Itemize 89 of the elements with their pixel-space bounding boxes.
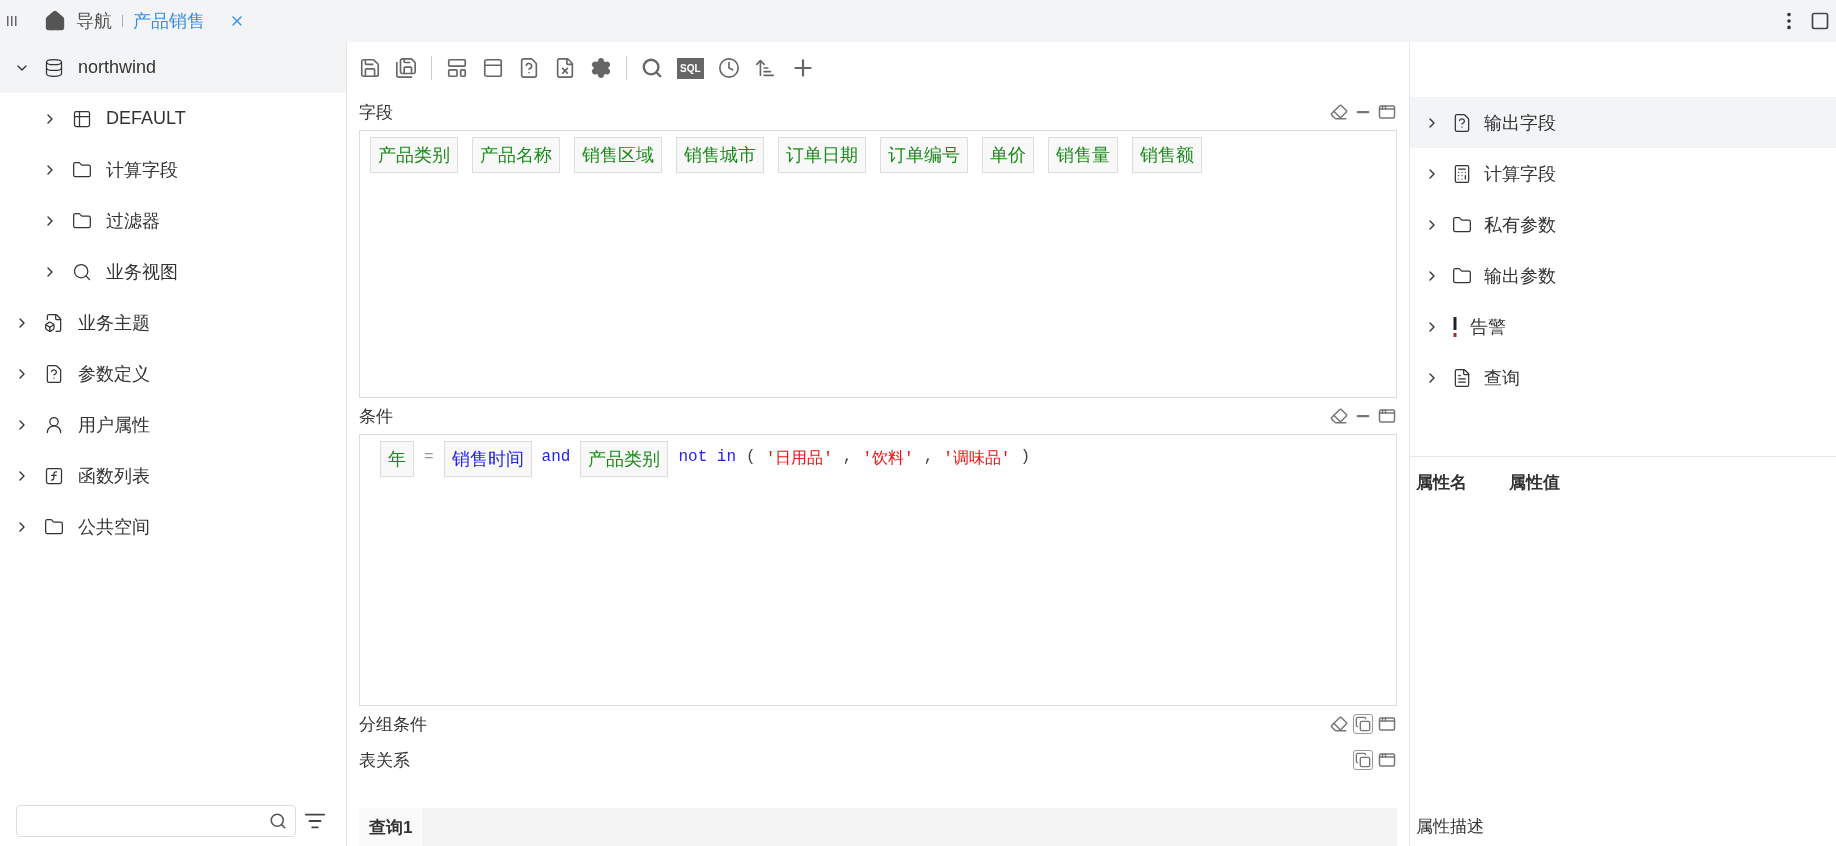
field-chip[interactable]: 销售时间: [443, 441, 532, 477]
field-chip[interactable]: 销售城市: [676, 137, 764, 173]
sort-icon[interactable]: [753, 57, 776, 79]
tree-item[interactable]: 业务主题: [0, 297, 346, 348]
section-title: 表关系: [359, 749, 410, 772]
document-icon: [44, 312, 64, 333]
search-icon[interactable]: [641, 57, 663, 79]
tree-item[interactable]: 计算字段: [0, 144, 346, 195]
sql-icon[interactable]: SQL: [677, 57, 704, 79]
question-document-icon[interactable]: [518, 57, 540, 79]
question-document-icon: [1452, 112, 1472, 133]
field-chip[interactable]: 产品类别: [370, 137, 458, 173]
expression-token: ,: [923, 447, 934, 466]
field-chip[interactable]: 年: [380, 441, 414, 477]
expression-token: =: [424, 447, 434, 466]
calculator-icon: [1452, 163, 1472, 184]
tree-item[interactable]: 告警: [1410, 301, 1836, 352]
eraser-icon[interactable]: [1329, 406, 1349, 426]
clock-icon[interactable]: [717, 57, 740, 79]
section-title: 字段: [359, 101, 393, 124]
expression-token: '日用品': [765, 449, 833, 469]
field-chip[interactable]: 销售区域: [574, 137, 662, 173]
maximize-icon[interactable]: [1377, 406, 1397, 426]
tree-item[interactable]: 参数定义: [0, 348, 346, 399]
search-field[interactable]: [16, 805, 296, 837]
folder-icon: [72, 210, 92, 231]
expression-token: (: [746, 447, 756, 466]
query-tab[interactable]: 查询1: [359, 808, 423, 846]
section-title: 分组条件: [359, 713, 427, 736]
field-chip[interactable]: 订单日期: [778, 137, 866, 173]
maximize-icon[interactable]: [1377, 750, 1397, 770]
grip-icon[interactable]: [6, 15, 18, 27]
field-chip[interactable]: 销售量: [1048, 137, 1118, 173]
tree-item[interactable]: 过滤器: [0, 195, 346, 246]
expression-token: '调味品': [943, 449, 1011, 469]
field-chip[interactable]: 销售额: [1132, 137, 1202, 173]
spreadsheet-icon[interactable]: [554, 57, 576, 79]
field-chip[interactable]: 产品名称: [472, 137, 560, 173]
maximize-icon[interactable]: [1377, 102, 1397, 122]
expression-token: not in: [678, 447, 737, 466]
folder-icon: [1452, 214, 1472, 235]
section-title: 条件: [359, 405, 393, 428]
condition-editor[interactable]: 年 = 销售时间 and 产品类别 not in ( '日用品' , '饮料' , '调味品' ): [359, 434, 1397, 706]
save-all-icon[interactable]: [395, 57, 417, 79]
eraser-icon[interactable]: [1329, 102, 1349, 122]
expression-token: ): [1020, 447, 1031, 466]
tree-item[interactable]: 函数列表: [0, 450, 346, 501]
field-chip[interactable]: 订单编号: [880, 137, 968, 173]
tree-item[interactable]: 计算字段: [1410, 148, 1836, 199]
settings-icon[interactable]: [590, 57, 612, 79]
expression-token: and: [541, 447, 571, 466]
table-icon: [72, 108, 92, 129]
restore-icon[interactable]: [1353, 714, 1373, 734]
panel-icon[interactable]: [482, 57, 504, 79]
document-icon: [1452, 367, 1472, 388]
description-label: 属性描述: [1415, 816, 1485, 838]
search-icon: [269, 812, 287, 830]
tree-item[interactable]: northwind: [0, 42, 346, 93]
tree-item[interactable]: 私有参数: [1410, 199, 1836, 250]
maximize-icon[interactable]: [1377, 714, 1397, 734]
column-header: 属性值: [1509, 472, 1560, 494]
tree-item[interactable]: 查询: [1410, 352, 1836, 403]
tree-item[interactable]: 输出参数: [1410, 250, 1836, 301]
restore-icon[interactable]: [1353, 750, 1373, 770]
tree-item[interactable]: 业务视图: [0, 246, 346, 297]
field-chip[interactable]: 单价: [982, 137, 1034, 173]
expression-token: '饮料': [862, 449, 914, 469]
tree-item[interactable]: 输出字段: [1410, 97, 1836, 148]
search-icon: [72, 261, 92, 282]
exclamation-icon: [1452, 316, 1458, 337]
folder-icon: [1452, 265, 1472, 286]
function-icon: [44, 465, 64, 486]
layout-icon[interactable]: [446, 57, 468, 79]
user-icon: [44, 414, 64, 435]
save-icon[interactable]: [359, 57, 381, 79]
nav-link[interactable]: 导航: [76, 9, 112, 33]
expression-token: ,: [842, 447, 853, 466]
folder-icon: [72, 159, 92, 180]
database-icon: [44, 57, 64, 78]
column-header: 属性名: [1416, 472, 1467, 494]
eraser-icon[interactable]: [1329, 714, 1349, 734]
field-chip[interactable]: 产品类别: [580, 441, 669, 477]
home-icon[interactable]: [44, 10, 66, 32]
folder-icon: [44, 516, 64, 537]
tree-item[interactable]: 用户属性: [0, 399, 346, 450]
question-document-icon: [44, 363, 64, 384]
maximize-icon[interactable]: [1810, 11, 1830, 31]
tree-item[interactable]: DEFAULT: [0, 93, 346, 144]
tree-item[interactable]: 公共空间: [0, 501, 346, 552]
